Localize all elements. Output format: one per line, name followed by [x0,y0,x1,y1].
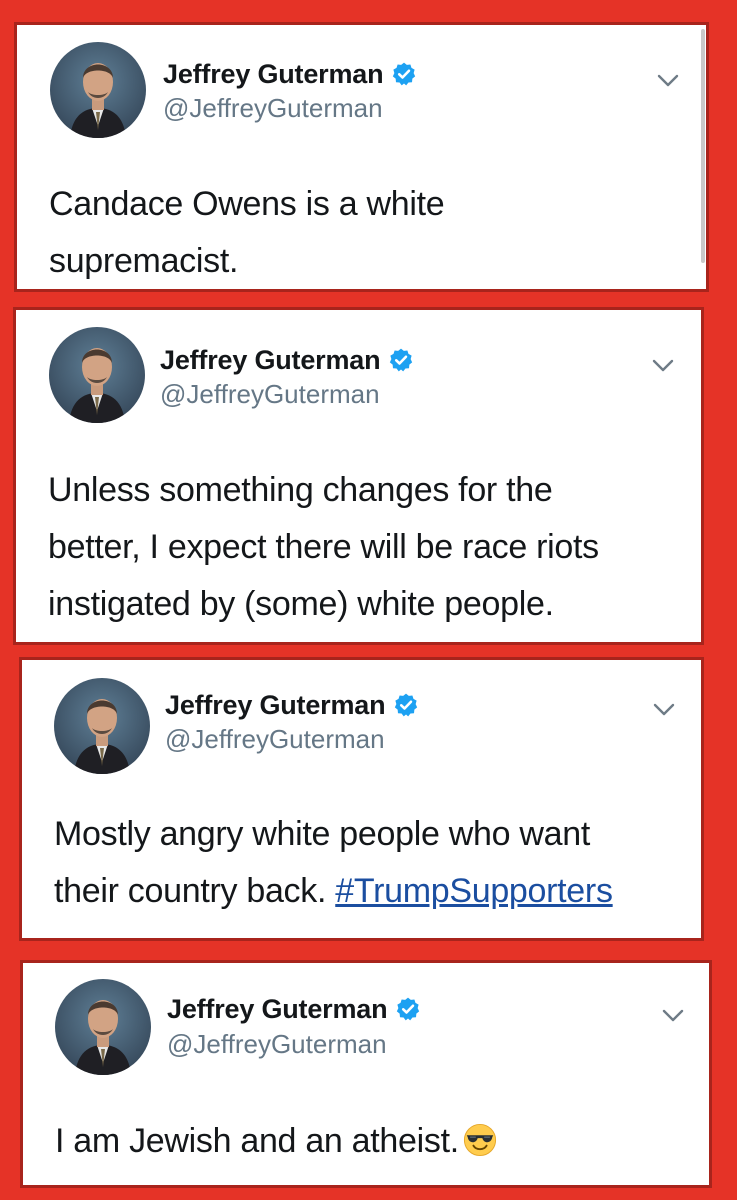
tweet-card[interactable]: Jeffrey Guterman @JeffreyGuterman Candac… [14,22,709,292]
avatar[interactable] [49,327,145,423]
author-name[interactable]: Jeffrey Guterman [160,345,414,376]
author-name-text: Jeffrey Guterman [167,994,388,1024]
author-name[interactable]: Jeffrey Guterman [165,690,419,721]
tweet-text: Unless something changes for the better,… [48,462,599,633]
author-handle[interactable]: @JeffreyGuterman [160,379,380,410]
scrollbar[interactable] [701,29,705,263]
tweet-line-text: I am Jewish and an atheist. [55,1122,459,1160]
chevron-down-icon[interactable] [656,72,680,88]
tweet-text: I am Jewish and an atheist. [55,1113,497,1170]
smiling-face-with-sunglasses-icon [463,1123,496,1157]
tweet-card[interactable]: Jeffrey Guterman @JeffreyGuterman Mostly… [19,657,704,941]
tweet-line: Candace Owens is a white [49,185,445,223]
chevron-down-icon[interactable] [661,1007,685,1023]
tweet-line: I am Jewish and an atheist. [55,1113,497,1170]
tweet-line: their country back. #TrumpSupporters [54,863,613,920]
chevron-down-icon[interactable] [652,701,676,717]
tweet-line-text: their country back. [54,872,336,910]
verified-badge-icon [390,348,413,372]
tweet-card[interactable]: Jeffrey Guterman @JeffreyGuterman Unless… [13,307,704,645]
tweet-line: better, I expect there will be race riot… [48,528,599,566]
avatar-photo-icon [69,348,125,423]
author-name-text: Jeffrey Guterman [160,345,381,375]
tweet-line: Unless something changes for the [48,471,553,509]
avatar-photo-icon [74,699,130,774]
chevron-down-icon[interactable] [651,357,675,373]
tweet-text: Candace Owens is a white supremacist. [49,176,445,290]
author-name[interactable]: Jeffrey Guterman [167,994,421,1025]
tweet-line: instigated by (some) white people. [48,585,554,623]
avatar[interactable] [50,42,146,138]
author-handle[interactable]: @JeffreyGuterman [167,1029,387,1060]
author-name-text: Jeffrey Guterman [165,690,386,720]
avatar[interactable] [55,979,151,1075]
tweet-text: Mostly angry white people who want their… [54,806,613,920]
verified-badge-icon [393,62,416,86]
tweet-card[interactable]: Jeffrey Guterman @JeffreyGuterman I am J… [20,960,712,1188]
avatar-photo-icon [70,63,126,138]
tweet-line: supremacist. [49,242,239,280]
avatar-photo-icon [75,1000,131,1075]
verified-badge-icon [395,693,418,717]
author-handle[interactable]: @JeffreyGuterman [165,724,385,755]
author-handle[interactable]: @JeffreyGuterman [163,93,383,124]
verified-badge-icon [397,997,420,1021]
author-name[interactable]: Jeffrey Guterman [163,59,417,90]
hashtag-link[interactable]: #TrumpSupporters [335,872,613,910]
tweet-line: Mostly angry white people who want [54,815,590,853]
author-name-text: Jeffrey Guterman [163,59,384,89]
avatar[interactable] [54,678,150,774]
